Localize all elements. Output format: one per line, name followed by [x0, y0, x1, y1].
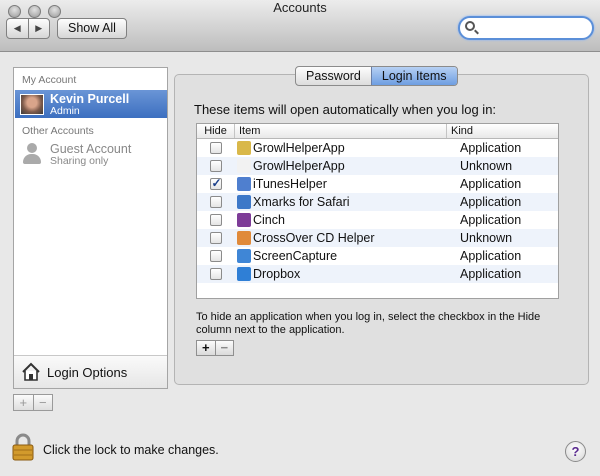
account-name: Guest Account: [50, 142, 132, 156]
table-row[interactable]: iTunesHelper Application: [197, 175, 558, 193]
search-input[interactable]: [478, 19, 588, 37]
table-row[interactable]: Xmarks for Safari Application: [197, 193, 558, 211]
guest-user-icon: [23, 143, 41, 165]
remove-item-button[interactable]: −: [214, 341, 234, 355]
item-name: GrowlHelperApp: [253, 141, 345, 155]
lock-icon[interactable]: [12, 433, 34, 461]
kind-cell: Application: [460, 177, 522, 191]
login-items-table: Hide Item Kind GrowlHelperApp Application…: [196, 123, 559, 299]
itunes-icon: [237, 177, 251, 191]
navigation-buttons: ◀ ▶: [6, 18, 50, 39]
other-accounts-heading: Other Accounts: [22, 125, 94, 137]
remove-account-button[interactable]: −: [32, 395, 53, 410]
kind-cell: Unknown: [460, 231, 513, 245]
account-add-remove: + −: [13, 394, 53, 411]
search-icon: [465, 21, 475, 31]
crossover-icon: [237, 231, 251, 245]
table-body: GrowlHelperApp Application GrowlHelperApp U…: [197, 139, 558, 283]
item-cell: GrowlHelperApp: [234, 159, 446, 173]
table-row[interactable]: ScreenCapture Application: [197, 247, 558, 265]
back-button[interactable]: ◀: [7, 19, 28, 38]
login-options-button[interactable]: Login Options: [14, 355, 167, 388]
document-icon: [237, 159, 251, 173]
column-hide[interactable]: Hide: [197, 124, 234, 138]
show-all-button[interactable]: Show All: [57, 18, 127, 39]
table-row[interactable]: GrowlHelperApp Unknown: [197, 157, 558, 175]
title-bar: Accounts ◀ ▶ Show All: [0, 0, 600, 52]
tab-login-items[interactable]: Login Items: [370, 67, 457, 85]
item-add-remove: + −: [196, 340, 234, 356]
window-title: Accounts: [273, 0, 327, 15]
item-cell: iTunesHelper: [234, 177, 446, 191]
kind-cell: Application: [460, 213, 522, 227]
help-button[interactable]: ?: [565, 441, 586, 462]
item-name: Dropbox: [253, 267, 301, 281]
item-cell: Dropbox: [234, 267, 446, 281]
account-role: Sharing only: [50, 155, 109, 167]
hide-checkbox[interactable]: [209, 160, 222, 172]
item-cell: Cinch: [234, 213, 446, 227]
item-name: GrowlHelperApp: [253, 159, 345, 173]
item-cell: ScreenCapture: [234, 249, 446, 263]
item-name: CrossOver CD Helper: [253, 231, 375, 245]
hide-cell: [197, 176, 234, 190]
user-avatar: [20, 94, 44, 115]
dropbox-icon: [237, 267, 251, 281]
lock-message: Click the lock to make changes.: [43, 443, 219, 457]
growl-icon: [237, 141, 251, 155]
item-cell: GrowlHelperApp: [234, 141, 446, 155]
hide-checkbox[interactable]: [209, 196, 222, 208]
account-guest[interactable]: Guest Account Sharing only: [15, 140, 167, 168]
login-items-intro: These items will open automatically when…: [194, 102, 497, 117]
accounts-sidebar: My Account Kevin Purcell Admin Other Acc…: [13, 67, 168, 389]
hide-checkbox[interactable]: [209, 232, 222, 244]
add-item-button[interactable]: +: [197, 341, 215, 355]
hide-checkbox[interactable]: [209, 268, 222, 280]
hide-cell: [197, 232, 234, 244]
hide-cell: [197, 214, 234, 226]
search-field[interactable]: [458, 16, 594, 40]
kind-cell: Unknown: [460, 159, 513, 173]
hide-cell: [197, 160, 234, 172]
kind-cell: Application: [460, 141, 522, 155]
table-row[interactable]: GrowlHelperApp Application: [197, 139, 558, 157]
login-options-label: Login Options: [47, 365, 128, 380]
kind-cell: Application: [460, 267, 522, 281]
account-role: Admin: [50, 105, 80, 117]
hide-checkbox[interactable]: [209, 250, 222, 262]
hide-checkbox[interactable]: [209, 214, 222, 226]
item-name: ScreenCapture: [253, 249, 338, 263]
my-account-heading: My Account: [22, 74, 77, 86]
xmarks-icon: [237, 195, 251, 209]
item-cell: CrossOver CD Helper: [234, 231, 446, 245]
hide-cell: [197, 250, 234, 262]
account-name: Kevin Purcell: [50, 92, 130, 106]
hide-cell: [197, 268, 234, 280]
hide-cell: [197, 142, 234, 154]
tab-bar: Password Login Items: [295, 66, 458, 86]
item-name: Cinch: [253, 213, 285, 227]
column-item[interactable]: Item: [234, 124, 446, 138]
item-name: Xmarks for Safari: [253, 195, 350, 209]
column-kind[interactable]: Kind: [446, 124, 558, 138]
hide-checkbox[interactable]: [209, 142, 222, 154]
kind-cell: Application: [460, 195, 522, 209]
add-account-button[interactable]: +: [14, 395, 33, 410]
cinch-icon: [237, 213, 251, 227]
table-row[interactable]: CrossOver CD Helper Unknown: [197, 229, 558, 247]
account-kevin-purcell[interactable]: Kevin Purcell Admin: [15, 90, 167, 118]
house-icon: [22, 362, 40, 381]
table-row[interactable]: Cinch Application: [197, 211, 558, 229]
hide-hint: To hide an application when you log in, …: [196, 311, 541, 336]
forward-button[interactable]: ▶: [27, 19, 50, 38]
kind-cell: Application: [460, 249, 522, 263]
hide-cell: [197, 196, 234, 208]
table-header: Hide Item Kind: [197, 124, 558, 139]
table-row[interactable]: Dropbox Application: [197, 265, 558, 283]
hide-checkbox[interactable]: [209, 176, 222, 190]
screencapture-icon: [237, 249, 251, 263]
item-cell: Xmarks for Safari: [234, 195, 446, 209]
item-name: iTunesHelper: [253, 177, 327, 191]
tab-password[interactable]: Password: [296, 67, 371, 85]
